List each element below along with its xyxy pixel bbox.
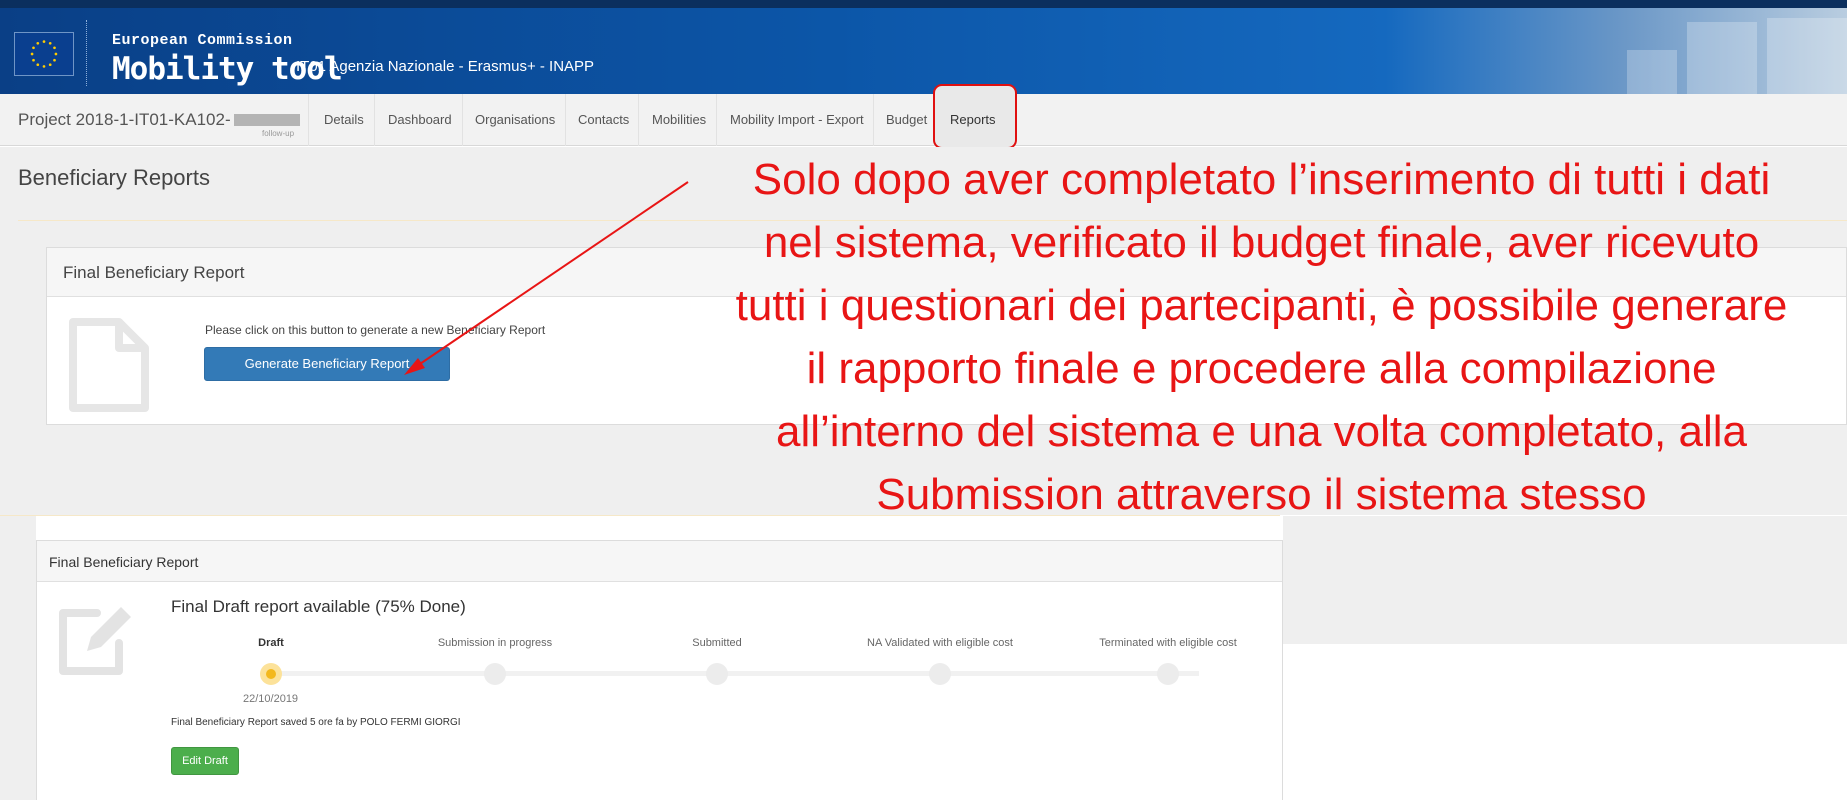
nav-separator: [308, 94, 309, 146]
tab-reports[interactable]: Reports: [950, 112, 996, 127]
annotation-line: Solo dopo aver completato l’inserimento …: [752, 155, 1771, 204]
eu-flag-icon: [14, 32, 74, 76]
app-header: European Commission Mobility tool IT01 A…: [0, 8, 1847, 100]
step-date: 22/10/2019: [243, 693, 299, 705]
step-label-draft: Draft: [258, 637, 284, 649]
page: European Commission Mobility tool IT01 A…: [0, 0, 1847, 800]
redacted-project-number: [234, 114, 300, 126]
annotation-line: il rapporto finale e procedere alla comp…: [806, 344, 1717, 393]
step-dot-submission: [484, 663, 506, 685]
page-title: Beneficiary Reports: [18, 165, 210, 190]
project-title: Project 2018-1-IT01-KA102-: [18, 110, 231, 129]
step-dot-submitted: [706, 663, 728, 685]
annotation-line: tutti i questionari dei partecipanti, è …: [735, 281, 1788, 330]
step-label-submitted: Submitted: [692, 637, 742, 649]
step-label-terminated: Terminated with eligible cost: [1099, 637, 1237, 649]
project-nav: Project 2018-1-IT01-KA102- follow-up Det…: [0, 94, 1847, 146]
commission-label: European Commission: [112, 32, 293, 49]
tab-contacts[interactable]: Contacts: [578, 112, 629, 127]
annotation-line: nel sistema, verificato il budget finale…: [763, 218, 1760, 267]
draft-report-panel: Final Beneficiary Report Final Draft rep…: [36, 540, 1283, 800]
progress-track: [269, 671, 1199, 676]
header-topline: [0, 0, 1847, 8]
nav-separator: [873, 94, 874, 146]
step-dot-draft: [260, 663, 282, 685]
follow-up-label: follow-up: [262, 129, 295, 138]
step-label-validated: NA Validated with eligible cost: [867, 637, 1013, 649]
nav-separator: [565, 94, 566, 146]
annotation-text: Solo dopo aver completato l’inserimento …: [676, 148, 1847, 526]
right-gutter: [1283, 516, 1847, 644]
step-dot-validated: [929, 663, 951, 685]
panel-title: Final Beneficiary Report: [49, 554, 199, 570]
nav-separator: [638, 94, 639, 146]
panel-header: Final Beneficiary Report: [37, 541, 1282, 582]
tab-mobility-import-export[interactable]: Mobility Import - Export: [730, 112, 864, 127]
tab-details[interactable]: Details: [324, 112, 364, 127]
nav-separator: [374, 94, 375, 146]
step-dot-terminated: [1157, 663, 1179, 685]
tab-budget[interactable]: Budget: [886, 112, 927, 127]
header-separator: [86, 20, 87, 86]
panel-title: Final Beneficiary Report: [63, 263, 245, 282]
saved-info: Final Beneficiary Report saved 5 ore fa …: [171, 717, 461, 728]
tab-organisations[interactable]: Organisations: [475, 112, 555, 127]
building-image: [1567, 16, 1847, 102]
step-label-submission: Submission in progress: [437, 637, 553, 649]
tab-dashboard[interactable]: Dashboard: [388, 112, 452, 127]
edit-document-icon: [57, 597, 137, 677]
edit-draft-button[interactable]: Edit Draft: [171, 747, 239, 775]
annotation-line: all’interno del sistema e una volta comp…: [776, 407, 1747, 456]
tab-mobilities[interactable]: Mobilities: [652, 112, 706, 127]
document-icon: [69, 318, 149, 412]
draft-status: Final Draft report available (75% Done): [171, 597, 466, 616]
agency-name: IT01 Agenzia Nazionale - Erasmus+ - INAP…: [296, 58, 595, 75]
generate-hint: Please click on this button to generate …: [205, 323, 546, 337]
left-gutter: [0, 516, 36, 800]
nav-separator: [462, 94, 463, 146]
nav-separator: [716, 94, 717, 146]
generate-report-button[interactable]: Generate Beneficiary Report: [204, 347, 450, 381]
